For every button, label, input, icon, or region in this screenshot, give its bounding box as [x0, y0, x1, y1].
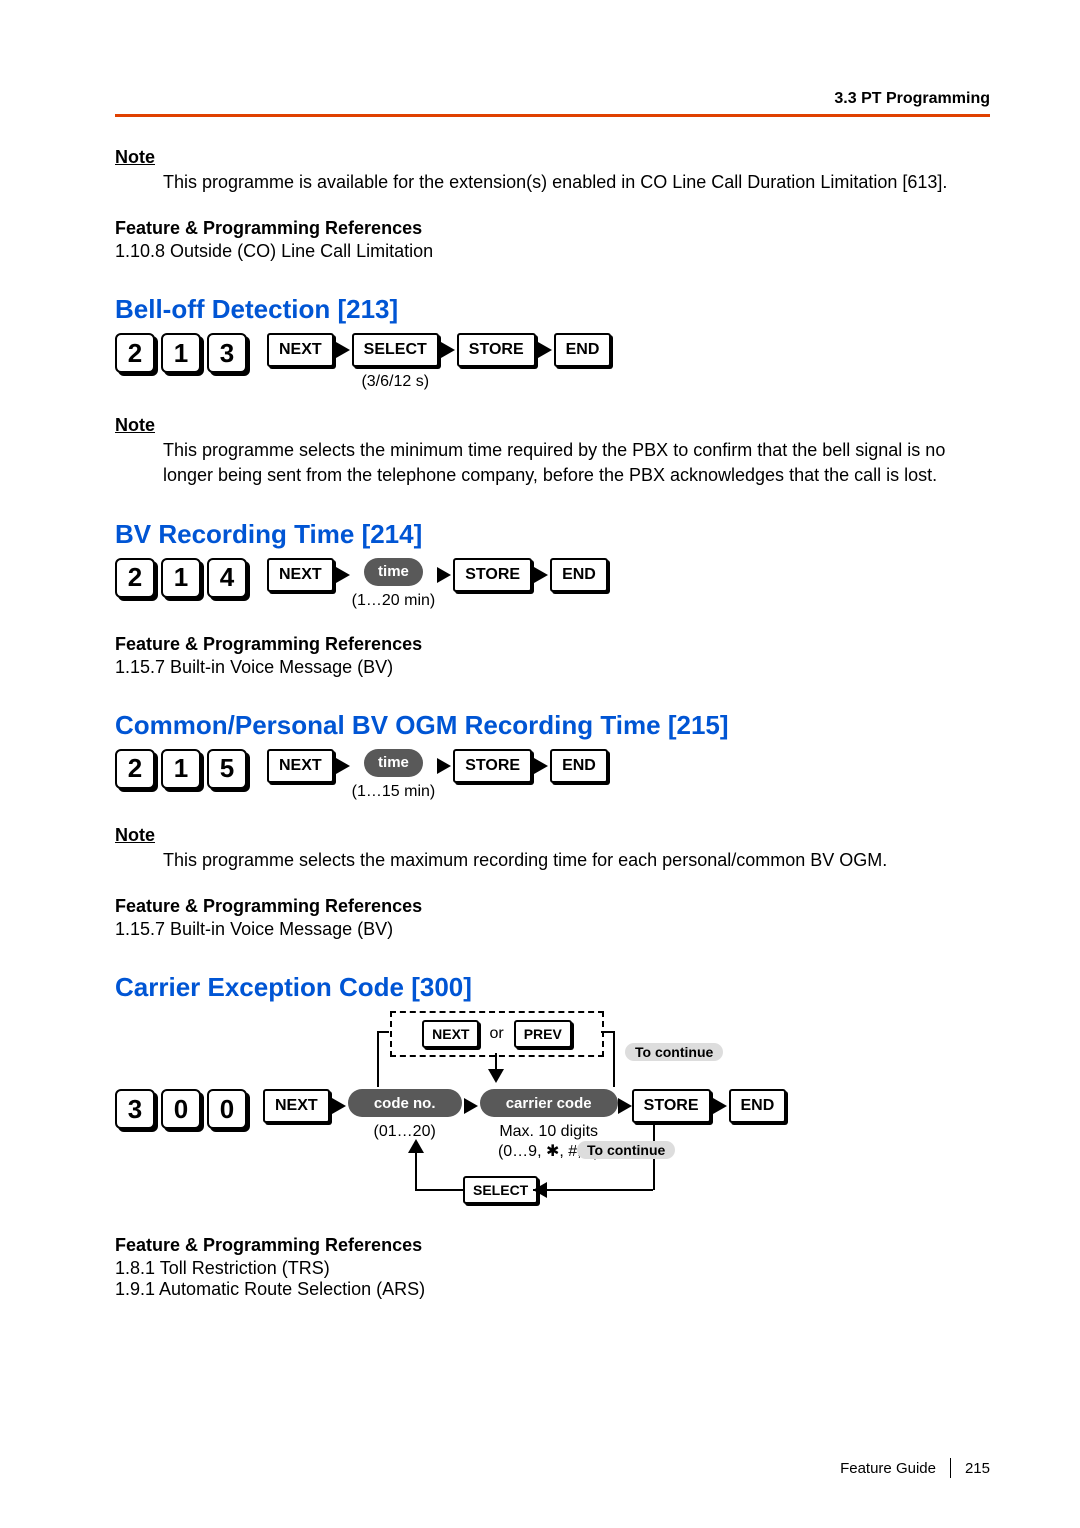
digit-key: 2	[115, 333, 155, 373]
arrow-right-icon	[618, 1098, 632, 1114]
end-key: END	[550, 558, 608, 592]
code-subtext: (01…20)	[374, 1123, 436, 1141]
carrier-subtext-1: Max. 10 digits	[499, 1123, 598, 1141]
select-key: SELECT	[463, 1176, 538, 1204]
end-key: END	[550, 749, 608, 783]
arrow-right-icon	[437, 758, 451, 774]
arrow-right-icon	[713, 1098, 727, 1114]
prev-key: PREV	[514, 1020, 572, 1048]
arrow-down-icon	[488, 1069, 504, 1083]
arrow-left-icon	[533, 1182, 547, 1198]
note-body: This programme is available for the exte…	[163, 170, 990, 194]
next-key: NEXT	[263, 1089, 330, 1123]
code-no-pill: code no.	[348, 1089, 462, 1117]
references-body: 1.15.7 Built-in Voice Message (BV)	[115, 919, 990, 940]
references-label: Feature & Programming References	[115, 634, 990, 655]
arrow-right-icon	[336, 342, 350, 358]
header-section: 3.3 PT Programming	[834, 90, 990, 107]
references-body: 1.9.1 Automatic Route Selection (ARS)	[115, 1279, 990, 1300]
note-label: Note	[115, 825, 990, 846]
references-label: Feature & Programming References	[115, 218, 990, 239]
store-key: STORE	[453, 558, 532, 592]
section-heading-215: Common/Personal BV OGM Recording Time [2…	[115, 710, 990, 741]
store-key: STORE	[632, 1089, 711, 1123]
references-label: Feature & Programming References	[115, 1235, 990, 1256]
select-subtext: (3/6/12 s)	[361, 373, 429, 391]
section-heading-300: Carrier Exception Code [300]	[115, 972, 990, 1003]
store-key: STORE	[457, 333, 536, 367]
references-body: 1.10.8 Outside (CO) Line Call Limitation	[115, 241, 990, 262]
arrow-right-icon	[534, 567, 548, 583]
arrow-right-icon	[441, 342, 455, 358]
store-key: STORE	[453, 749, 532, 783]
time-pill: time	[364, 749, 423, 777]
digit-key: 5	[207, 749, 247, 789]
select-key: SELECT	[352, 333, 439, 367]
arrow-right-icon	[538, 342, 552, 358]
flow-215: 2 1 5 NEXT time (1…15 min) STORE END	[115, 749, 990, 801]
arrow-right-icon	[534, 758, 548, 774]
flow-300: NEXT or PREV To continue 3 0 0 NEXT code…	[115, 1011, 875, 1211]
digit-key: 2	[115, 749, 155, 789]
footer-separator	[950, 1458, 951, 1478]
time-subtext: (1…20 min)	[352, 592, 436, 610]
footer-guide: Feature Guide	[840, 1460, 936, 1477]
section-heading-213: Bell-off Detection [213]	[115, 294, 990, 325]
flow-214: 2 1 4 NEXT time (1…20 min) STORE END	[115, 558, 990, 610]
end-key: END	[554, 333, 612, 367]
digit-key: 2	[115, 558, 155, 598]
next-key: NEXT	[422, 1020, 479, 1048]
time-subtext: (1…15 min)	[352, 783, 436, 801]
page-header: 3.3 PT Programming	[115, 90, 990, 117]
to-continue-badge: To continue	[577, 1141, 675, 1159]
arrow-right-icon	[336, 758, 350, 774]
arrow-right-icon	[336, 567, 350, 583]
digit-key: 4	[207, 558, 247, 598]
references-label: Feature & Programming References	[115, 896, 990, 917]
end-key: END	[729, 1089, 787, 1123]
or-text: or	[483, 1025, 509, 1043]
note-body: This programme selects the minimum time …	[163, 438, 990, 487]
digit-key: 3	[115, 1089, 155, 1129]
flow-213: 2 1 3 NEXT SELECT (3/6/12 s) STORE END	[115, 333, 990, 391]
to-continue-badge: To continue	[625, 1043, 723, 1061]
next-key: NEXT	[267, 558, 334, 592]
arrow-right-icon	[464, 1098, 478, 1114]
page-footer: Feature Guide 215	[840, 1458, 990, 1478]
arrow-up-icon	[408, 1139, 424, 1153]
footer-page-number: 215	[965, 1460, 990, 1477]
digit-key: 1	[161, 558, 201, 598]
note-label: Note	[115, 147, 990, 168]
time-pill: time	[364, 558, 423, 586]
next-key: NEXT	[267, 333, 334, 367]
digit-key: 3	[207, 333, 247, 373]
note-body: This programme selects the maximum recor…	[163, 848, 990, 872]
next-key: NEXT	[267, 749, 334, 783]
digit-key: 0	[161, 1089, 201, 1129]
carrier-code-pill: carrier code	[480, 1089, 618, 1117]
section-heading-214: BV Recording Time [214]	[115, 519, 990, 550]
digit-key: 1	[161, 749, 201, 789]
arrow-right-icon	[437, 567, 451, 583]
digit-key: 0	[207, 1089, 247, 1129]
digit-key: 1	[161, 333, 201, 373]
references-body: 1.15.7 Built-in Voice Message (BV)	[115, 657, 990, 678]
arrow-right-icon	[332, 1098, 346, 1114]
references-body: 1.8.1 Toll Restriction (TRS)	[115, 1258, 990, 1279]
note-label: Note	[115, 415, 990, 436]
